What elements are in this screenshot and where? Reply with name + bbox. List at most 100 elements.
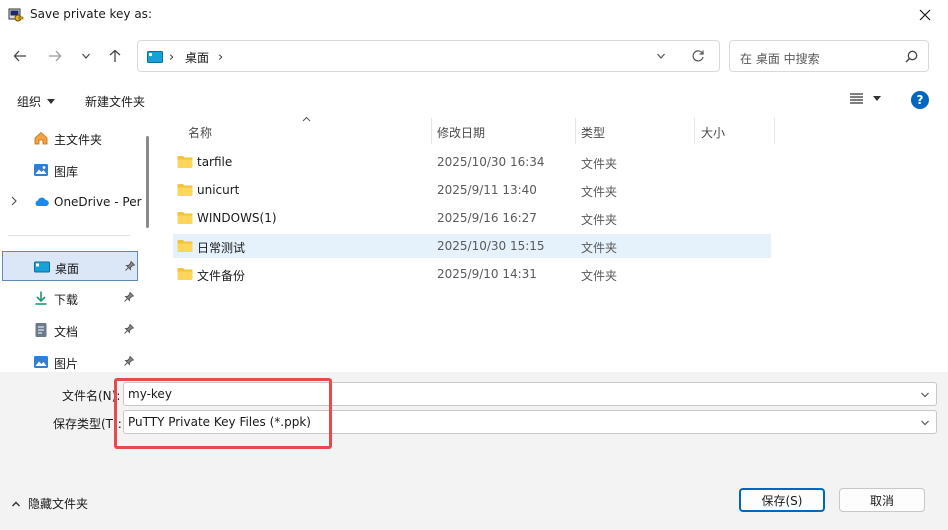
breadcrumb-separator[interactable]: › <box>218 50 223 65</box>
sidebar-item-onedrive[interactable]: OneDrive - Per <box>0 187 142 217</box>
list-view-icon <box>850 93 863 104</box>
chevron-right-icon[interactable] <box>10 196 18 206</box>
sidebar-item-home[interactable]: 主文件夹 <box>0 123 140 153</box>
dialog-footer: 隐藏文件夹 保存(S) 取消 <box>0 472 948 530</box>
refresh-icon[interactable] <box>691 49 705 63</box>
close-icon <box>919 9 931 21</box>
cloud-icon <box>35 197 49 206</box>
sidebar-item-label: 图库 <box>54 165 79 179</box>
column-header-date[interactable]: 修改日期 <box>437 124 485 150</box>
sort-ascending-icon <box>302 116 311 122</box>
chevron-down-icon[interactable] <box>656 51 666 61</box>
column-divider[interactable] <box>575 118 576 144</box>
arrow-up-icon <box>109 49 121 62</box>
download-icon <box>35 291 47 305</box>
pin-icon[interactable] <box>124 324 134 334</box>
forward-button[interactable] <box>43 44 67 68</box>
file-date: 2025/9/10 14:31 <box>437 267 537 281</box>
chevron-down-icon[interactable] <box>920 419 930 427</box>
chevron-down-icon[interactable] <box>920 391 930 399</box>
picture-icon <box>34 356 48 368</box>
cancel-button-label: 取消 <box>869 493 894 508</box>
cancel-button[interactable]: 取消 <box>839 488 925 512</box>
column-divider[interactable] <box>431 118 432 144</box>
file-type: 文件夹 <box>581 185 618 199</box>
sidebar-scrollbar[interactable] <box>146 136 149 228</box>
organize-label: 组织 <box>17 95 42 109</box>
filename-label: 文件名(N): <box>62 389 121 403</box>
caret-down-icon <box>873 95 881 101</box>
column-header-name[interactable]: 名称 <box>188 124 212 150</box>
close-button[interactable] <box>902 0 948 30</box>
arrow-left-icon <box>13 50 26 62</box>
breadcrumb-desktop[interactable]: 桌面 <box>185 49 209 66</box>
hide-folders-label: 隐藏文件夹 <box>28 497 89 511</box>
pin-icon[interactable] <box>124 356 134 366</box>
sidebar-item-label: 主文件夹 <box>54 133 103 147</box>
save-button[interactable]: 保存(S) <box>739 488 825 512</box>
search-input[interactable]: 在 桌面 中搜索 <box>740 50 820 67</box>
sidebar-item-desktop[interactable]: 桌面 <box>2 251 138 281</box>
file-date: 2025/10/30 16:34 <box>437 155 545 169</box>
file-name: 日常测试 <box>197 241 246 255</box>
putty-key-icon <box>8 8 24 22</box>
save-button-label: 保存(S) <box>761 493 803 508</box>
home-icon <box>34 131 48 145</box>
folder-icon <box>177 240 193 252</box>
column-header-type[interactable]: 类型 <box>581 124 605 150</box>
column-divider[interactable] <box>694 118 695 144</box>
title-bar: Save private key as: <box>0 0 948 30</box>
desktop-icon <box>147 51 163 63</box>
pin-icon[interactable] <box>125 261 135 271</box>
sidebar-item-documents[interactable]: 文档 <box>0 315 140 345</box>
folder-icon <box>177 156 193 168</box>
arrow-right-icon <box>49 50 62 62</box>
recent-locations-button[interactable] <box>74 44 98 68</box>
filetype-label: 保存类型(T): <box>53 417 122 431</box>
column-header-size[interactable]: 大小 <box>701 124 725 150</box>
file-name: 文件备份 <box>197 269 246 283</box>
new-folder-button[interactable]: 新建文件夹 <box>85 93 145 110</box>
file-type: 文件夹 <box>581 269 618 283</box>
sidebar-item-downloads[interactable]: 下载 <box>0 283 140 313</box>
chevron-down-icon <box>82 53 90 59</box>
file-row[interactable]: 文件备份 2025/9/10 14:31 文件夹 <box>173 262 771 286</box>
address-bar[interactable]: › 桌面 › <box>137 40 720 72</box>
column-divider[interactable] <box>774 118 775 144</box>
caret-down-icon <box>47 98 56 104</box>
file-row[interactable]: WINDOWS(1) 2025/9/16 16:27 文件夹 <box>173 206 771 230</box>
file-type: 文件夹 <box>581 241 618 255</box>
file-date: 2025/9/11 13:40 <box>437 183 537 197</box>
sidebar-item-gallery[interactable]: 图库 <box>0 155 140 185</box>
sidebar-item-pictures[interactable]: 图片 <box>0 347 140 372</box>
up-button[interactable] <box>103 44 127 68</box>
chevron-up-icon <box>12 501 20 506</box>
file-date: 2025/10/30 15:15 <box>437 239 545 253</box>
gallery-icon <box>34 164 48 176</box>
window-title: Save private key as: <box>30 7 152 21</box>
search-box[interactable]: 在 桌面 中搜索 <box>729 40 929 72</box>
hide-folders-button[interactable]: 隐藏文件夹 <box>11 495 88 512</box>
organize-menu[interactable]: 组织 <box>17 93 56 110</box>
pin-icon[interactable] <box>124 292 134 302</box>
file-name: WINDOWS(1) <box>197 211 277 225</box>
file-list: 名称 修改日期 类型 大小 tarfile 2025/10/30 16:34 文… <box>156 116 948 372</box>
navigation-bar: › 桌面 › 在 桌面 中搜索 <box>0 34 948 80</box>
back-button[interactable] <box>8 44 32 68</box>
help-icon: ? <box>916 93 924 107</box>
command-bar: 组织 新建文件夹 ? <box>0 84 948 116</box>
sidebar-item-label: 文档 <box>54 325 79 339</box>
sidebar-divider <box>8 235 130 236</box>
file-row-selected[interactable]: 日常测试 2025/10/30 15:15 文件夹 <box>173 234 771 258</box>
document-icon <box>35 323 47 337</box>
file-row[interactable]: tarfile 2025/10/30 16:34 文件夹 <box>173 150 771 174</box>
breadcrumb-separator[interactable]: › <box>169 50 174 65</box>
file-name: unicurt <box>197 183 240 197</box>
navigation-pane: 主文件夹 图库 OneDrive - Per 桌面 下载 文档 图片 <box>0 118 156 372</box>
sidebar-item-label: 桌面 <box>55 262 80 276</box>
file-row[interactable]: unicurt 2025/9/11 13:40 文件夹 <box>173 178 771 202</box>
help-button[interactable]: ? <box>911 91 929 109</box>
sidebar-item-label: OneDrive - Per <box>54 195 142 209</box>
view-options-button[interactable] <box>850 93 881 104</box>
folder-icon <box>177 184 193 196</box>
